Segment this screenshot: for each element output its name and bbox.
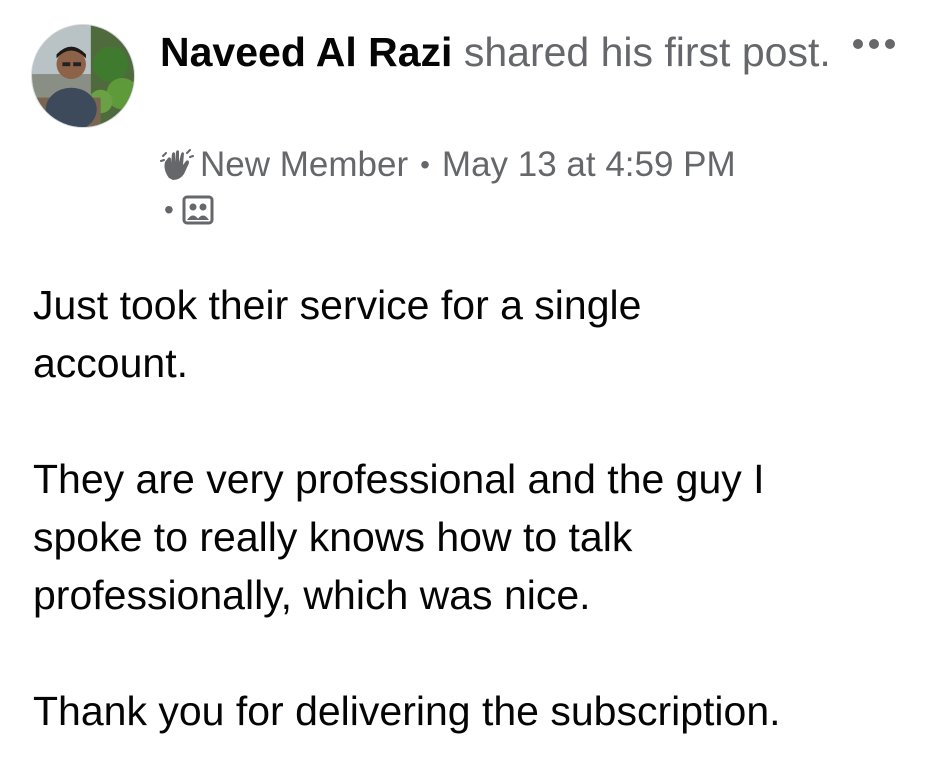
- more-options-icon[interactable]: [848, 30, 900, 58]
- post-paragraph: They are very professional and the guy I…: [33, 456, 765, 618]
- post-action-text: shared his first post.: [463, 29, 831, 75]
- separator-dot: •: [164, 194, 174, 225]
- member-badge-label[interactable]: New Member: [200, 142, 408, 188]
- post-timestamp[interactable]: May 13 at 4:59 PM: [442, 142, 736, 188]
- post-paragraph: Just took their service for a single acc…: [33, 282, 642, 386]
- author-name[interactable]: Naveed Al Razi: [160, 29, 452, 75]
- post-paragraph: Thank you for delivering the subscriptio…: [33, 688, 781, 734]
- post-meta: New Member • May 13 at 4:59 PM: [160, 142, 736, 188]
- post-body: Just took their service for a single acc…: [33, 276, 923, 740]
- avatar[interactable]: [31, 24, 135, 128]
- avatar-image: [32, 25, 134, 127]
- post-header: Naveed Al Razi shared his first post.: [160, 24, 840, 80]
- separator-dot: •: [420, 149, 430, 180]
- audience-line: •: [160, 190, 214, 230]
- waving-hand-icon: [160, 148, 194, 182]
- group-members-icon[interactable]: [182, 195, 214, 225]
